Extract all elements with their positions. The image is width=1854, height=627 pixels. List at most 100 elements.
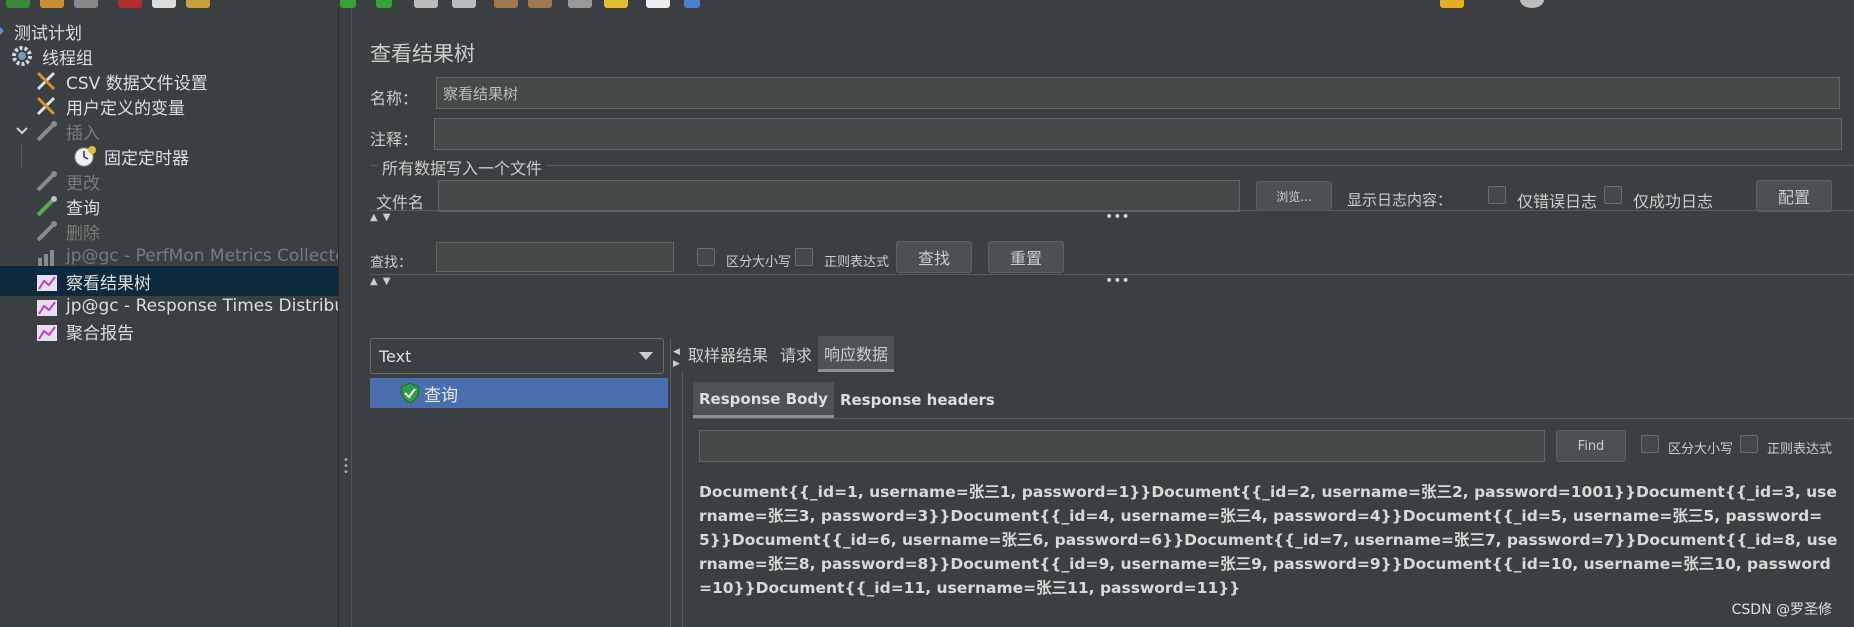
tree-item-aggregate-report[interactable]: 聚合报告 (0, 316, 338, 346)
regex-checkbox[interactable] (795, 248, 813, 266)
open-icon[interactable] (40, 0, 64, 8)
tree-item-label: 测试计划 (14, 23, 82, 44)
start-icon[interactable] (340, 0, 356, 8)
response-find-input[interactable] (699, 430, 1545, 462)
chart-icon (34, 294, 60, 318)
tree-item-label: 线程组 (42, 48, 93, 69)
name-label: 名称： (370, 89, 419, 108)
success-shield-icon (400, 382, 420, 404)
browse-button[interactable]: 浏览... (1256, 181, 1332, 211)
tab-request[interactable]: 请求 (774, 336, 818, 372)
tree-item-label: 查询 (66, 198, 100, 219)
drag-handle-icon[interactable]: ••• (1105, 209, 1130, 225)
function-helper-icon[interactable] (646, 0, 670, 8)
tree-item-label: CSV 数据文件设置 (66, 73, 208, 94)
chevron-down-icon[interactable] (14, 123, 30, 139)
pipette-icon (34, 169, 60, 193)
tree-splitter[interactable]: • • • (338, 8, 352, 627)
cut-icon[interactable] (118, 0, 142, 8)
tree-guide-line (21, 143, 22, 169)
tree-item-label: jp@gc - PerfMon Metrics Collector (66, 246, 338, 266)
name-field[interactable]: 察看结果树 (436, 77, 1840, 109)
help-icon[interactable] (684, 0, 700, 8)
warning-icon[interactable] (1440, 0, 1464, 8)
success-only-checkbox[interactable] (1604, 186, 1622, 204)
save-icon[interactable] (74, 0, 98, 8)
collapse-arrows-icon[interactable]: ◀ ▶ (673, 346, 680, 370)
response-data-panel: Response Body Response headers Find 区分大小… (682, 372, 1854, 627)
case-sensitive-checkbox[interactable] (697, 248, 715, 266)
chevron-down-icon[interactable] (639, 352, 653, 360)
log-content-label: 显示日志内容： (1347, 191, 1453, 209)
response-regex-label: 正则表达式 (1767, 442, 1833, 457)
start-no-pause-icon[interactable] (376, 0, 392, 8)
find-button[interactable]: 查找 (896, 241, 972, 273)
comment-field[interactable] (434, 118, 1842, 150)
tree-item-label: 用户定义的变量 (66, 98, 185, 119)
tree-item-label: 察看结果树 (66, 273, 151, 294)
search-input[interactable] (436, 242, 674, 272)
paste-icon[interactable] (186, 0, 210, 8)
configure-button[interactable]: 配置 (1756, 180, 1832, 212)
tree-item-label: 删除 (66, 223, 100, 244)
response-case-sensitive-checkbox[interactable] (1641, 435, 1659, 453)
copy-icon[interactable] (152, 0, 176, 8)
tree-item-label: 更改 (66, 173, 100, 194)
results-splitter[interactable]: ◀ ▶ (670, 338, 682, 627)
tree-item-label: 固定定时器 (104, 148, 189, 169)
reset-button[interactable]: 重置 (988, 241, 1064, 273)
drag-handle-icon[interactable]: ••• (343, 456, 349, 478)
regex-label: 正则表达式 (824, 255, 890, 270)
response-regex-checkbox[interactable] (1740, 435, 1758, 453)
success-only-label: 仅成功日志 (1633, 192, 1714, 211)
remote-icon[interactable] (1520, 0, 1544, 8)
result-tabs: 取样器结果 请求 响应数据 (682, 336, 895, 372)
collapse-arrows-icon[interactable]: ▲▼ (370, 212, 395, 223)
chart-icon (34, 244, 60, 268)
group-border (370, 165, 1854, 166)
main-toolbar (0, 0, 1854, 8)
filename-field[interactable] (438, 180, 1240, 212)
middle-splitter[interactable]: ▲▼ ••• (370, 273, 1854, 289)
pipette-icon (34, 194, 60, 218)
new-icon[interactable] (6, 0, 30, 8)
chart-icon (34, 269, 60, 293)
stop-icon[interactable] (414, 0, 438, 8)
subtab-divider (693, 418, 1854, 419)
search-label: 查找： (370, 255, 412, 271)
errors-only-label: 仅错误日志 (1517, 192, 1598, 211)
test-plan-icon (0, 19, 8, 43)
wrench-icon (34, 94, 60, 118)
renderer-select[interactable]: Text (370, 338, 664, 374)
shutdown-icon[interactable] (452, 0, 476, 8)
view-results-tree-panel: 查看结果树 名称： 察看结果树 注释： 所有数据写入一个文件 文件名 浏览...… (352, 8, 1854, 627)
stopwatch-icon (72, 144, 98, 168)
drag-handle-icon[interactable]: ••• (1105, 273, 1130, 289)
sample-result-list: 查询 (370, 378, 670, 627)
clear-all-icon[interactable] (528, 0, 552, 8)
tab-sampler-result[interactable]: 取样器结果 (682, 336, 774, 372)
search-icon[interactable] (568, 0, 592, 8)
tab-response-body[interactable]: Response Body (693, 382, 834, 418)
watermark: CSDN @罗圣修 (1731, 602, 1832, 618)
tree-item-label: 插入 (66, 123, 100, 144)
tab-response-data[interactable]: 响应数据 (818, 336, 895, 372)
response-subtabs: Response Body Response headers (693, 382, 1001, 418)
pipette-icon (34, 119, 60, 143)
response-case-sensitive-label: 区分大小写 (1668, 442, 1734, 457)
case-sensitive-label: 区分大小写 (726, 255, 792, 270)
tab-response-headers[interactable]: Response headers (834, 382, 1001, 418)
file-group-label: 所有数据写入一个文件 (378, 155, 547, 179)
renderer-value: Text (379, 346, 412, 366)
clear-icon[interactable] (494, 0, 518, 8)
response-find-button[interactable]: Find (1556, 430, 1626, 462)
errors-only-checkbox[interactable] (1488, 186, 1506, 204)
reset-search-icon[interactable] (604, 0, 628, 8)
pipette-icon (34, 219, 60, 243)
test-plan-tree: 测试计划 线程组 CSV 数据文件设置 用户定义的变量 插入 固定定时器 更改 … (0, 8, 338, 627)
comment-label: 注释： (370, 130, 419, 149)
collapse-arrows-icon[interactable]: ▲▼ (370, 276, 395, 287)
top-splitter[interactable]: ▲▼ ••• (370, 209, 1854, 225)
sample-result-label: 查询 (424, 385, 458, 406)
sample-result-item[interactable]: 查询 (370, 378, 668, 408)
